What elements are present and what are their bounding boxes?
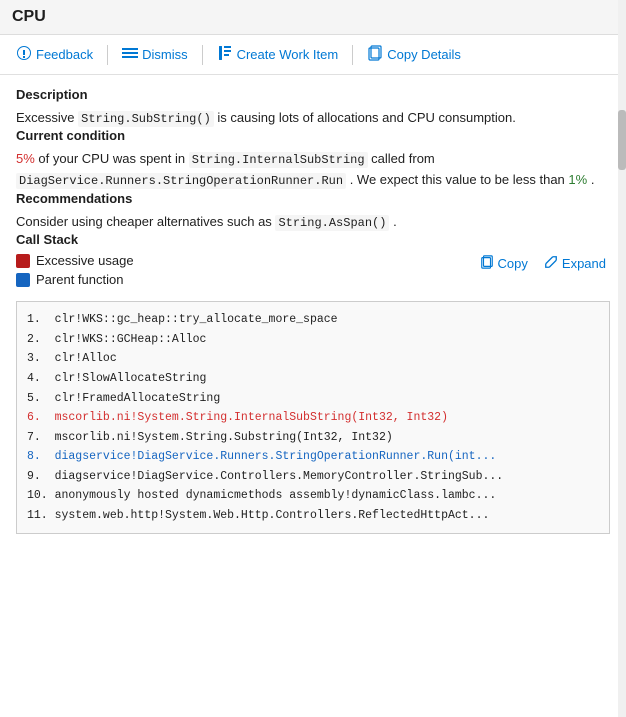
current-condition-section: Current condition 5% of your CPU was spe… <box>16 128 610 191</box>
callstack-box: 1. clr!WKS::gc_heap::try_allocate_more_s… <box>16 301 610 534</box>
page-title: CPU <box>12 8 46 26</box>
recommendations-section: Recommendations Consider using cheaper a… <box>16 191 610 232</box>
feedback-label: Feedback <box>36 47 93 62</box>
condition-percent2: 1% <box>568 172 587 187</box>
condition-code1: String.InternalSubString <box>189 152 368 168</box>
desc-text-after: is causing lots of allocations and CPU c… <box>217 110 515 125</box>
condition-text3: . We expect this value to be less than <box>350 172 569 187</box>
legend-item-excessive: Excessive usage <box>16 253 134 268</box>
legend-color-red <box>16 254 30 268</box>
condition-percent: 5% <box>16 151 35 166</box>
dismiss-icon <box>122 45 138 64</box>
condition-text4: . <box>591 172 595 187</box>
toolbar-separator-2 <box>202 45 203 65</box>
callstack-copy-icon <box>480 255 494 272</box>
callstack-copy-label: Copy <box>498 256 528 271</box>
description-body: Excessive String.SubString() is causing … <box>16 108 610 128</box>
legend-excessive-label: Excessive usage <box>36 253 134 268</box>
condition-body: 5% of your CPU was spent in String.Inter… <box>16 149 610 191</box>
callstack-section: Call Stack Excessive usage Parent functi… <box>16 232 610 534</box>
callstack-title: Call Stack <box>16 232 610 247</box>
recommendation-body: Consider using cheaper alternatives such… <box>16 212 610 232</box>
callstack-line-11: 11. system.web.http!System.Web.Http.Cont… <box>27 506 599 526</box>
callstack-line-3: 3. clr!Alloc <box>27 349 599 369</box>
description-title: Description <box>16 87 610 102</box>
callstack-expand-label: Expand <box>562 256 606 271</box>
current-condition-title: Current condition <box>16 128 610 143</box>
callstack-legend-actions: Excessive usage Parent function Copy <box>16 253 610 295</box>
callstack-line-1: 1. clr!WKS::gc_heap::try_allocate_more_s… <box>27 310 599 330</box>
condition-text2: called from <box>371 151 435 166</box>
callstack-line-9: 9. diagservice!DiagService.Controllers.M… <box>27 467 599 487</box>
legend-color-blue <box>16 273 30 287</box>
callstack-legend: Excessive usage Parent function <box>16 253 134 287</box>
feedback-button[interactable]: Feedback <box>8 41 101 68</box>
legend-parent-label: Parent function <box>36 272 123 287</box>
copy-details-label: Copy Details <box>387 47 461 62</box>
description-section: Description Excessive String.SubString()… <box>16 87 610 128</box>
callstack-line-4: 4. clr!SlowAllocateString <box>27 369 599 389</box>
dismiss-button[interactable]: Dismiss <box>114 41 196 68</box>
callstack-expand-button[interactable]: Expand <box>540 253 610 274</box>
callstack-line-7: 7. mscorlib.ni!System.String.Substring(I… <box>27 428 599 448</box>
desc-text-before: Excessive <box>16 110 75 125</box>
callstack-copy-button[interactable]: Copy <box>476 253 532 274</box>
callstack-actions: Copy Expand <box>476 253 610 274</box>
callstack-expand-icon <box>544 255 558 272</box>
create-work-item-icon <box>217 45 233 64</box>
recommendations-title: Recommendations <box>16 191 610 206</box>
scrollbar-track[interactable] <box>618 0 626 717</box>
callstack-line-6: 6. mscorlib.ni!System.String.InternalSub… <box>27 408 599 428</box>
toolbar-separator-1 <box>107 45 108 65</box>
create-work-item-button[interactable]: Create Work Item <box>209 41 347 68</box>
toolbar: Feedback Dismiss Create Work Item Copy D… <box>0 35 626 75</box>
scrollbar-thumb[interactable] <box>618 110 626 170</box>
rec-text-before: Consider using cheaper alternatives such… <box>16 214 272 229</box>
condition-text1: of your CPU was spent in <box>38 151 188 166</box>
callstack-line-5: 5. clr!FramedAllocateString <box>27 389 599 409</box>
condition-code2: DiagService.Runners.StringOperationRunne… <box>16 173 346 189</box>
callstack-line-10: 10. anonymously hosted dynamicmethods as… <box>27 486 599 506</box>
legend-item-parent: Parent function <box>16 272 134 287</box>
desc-code1: String.SubString() <box>78 111 214 127</box>
main-content: Description Excessive String.SubString()… <box>0 75 626 702</box>
feedback-icon <box>16 45 32 64</box>
rec-code1: String.AsSpan() <box>275 215 389 231</box>
rec-text-after: . <box>393 214 397 229</box>
create-work-item-label: Create Work Item <box>237 47 339 62</box>
toolbar-separator-3 <box>352 45 353 65</box>
title-bar: CPU <box>0 0 626 35</box>
copy-details-icon <box>367 45 383 64</box>
callstack-line-8: 8. diagservice!DiagService.Runners.Strin… <box>27 447 599 467</box>
callstack-line-2: 2. clr!WKS::GCHeap::Alloc <box>27 330 599 350</box>
copy-details-button[interactable]: Copy Details <box>359 41 469 68</box>
dismiss-label: Dismiss <box>142 47 188 62</box>
